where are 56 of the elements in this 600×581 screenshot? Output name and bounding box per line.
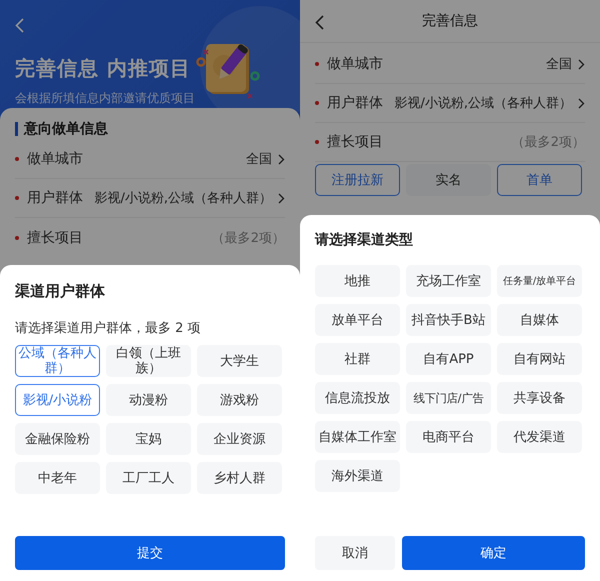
option-chip[interactable]: 实名 [406, 164, 491, 196]
field-label: 用户群体 [27, 189, 83, 207]
field-value: 全国 [546, 56, 572, 73]
option-chip[interactable]: 中老年 [15, 462, 100, 494]
option-chip[interactable]: 自有网站 [497, 343, 582, 375]
field-label: 擅长项目 [27, 228, 83, 246]
chevron-right-icon [278, 154, 285, 164]
option-chip[interactable]: 乡村人群 [197, 462, 282, 494]
option-chip[interactable]: 金融保险粉 [15, 423, 100, 455]
option-chip[interactable]: 信息流投放 [315, 382, 400, 414]
option-chip[interactable]: 自媒体 [497, 304, 582, 336]
option-chip[interactable]: 代发渠道 [497, 421, 582, 453]
option-chip[interactable]: 自有APP [406, 343, 491, 375]
nav-title: 完善信息 [422, 12, 478, 30]
page-title: 完善信息 内推项目 [15, 55, 192, 82]
field-label: 做单城市 [27, 150, 83, 168]
option-chip[interactable]: 海外渠道 [315, 460, 400, 492]
option-chip[interactable]: 自媒体工作室 [315, 421, 400, 453]
confirm-button[interactable]: 确定 [402, 536, 585, 570]
field-hint: （最多2项） [512, 134, 585, 151]
option-chip[interactable]: 放单平台 [315, 304, 400, 336]
option-chip[interactable]: 电商平台 [406, 421, 491, 453]
option-chip[interactable]: 充场工作室 [406, 265, 491, 297]
option-chip[interactable]: 工厂工人 [106, 462, 191, 494]
option-chip[interactable]: 影视/小说粉 [15, 384, 100, 416]
field-hint: （最多2项） [212, 230, 285, 246]
option-chip[interactable]: 游戏粉 [197, 384, 282, 416]
back-icon[interactable] [315, 15, 324, 30]
option-chip[interactable]: 宝妈 [106, 423, 191, 455]
option-chip[interactable]: 公域（各种人群） [15, 345, 100, 377]
option-chip[interactable]: 动漫粉 [106, 384, 191, 416]
option-chip[interactable]: 线下门店/广告 [406, 382, 491, 414]
sheet-title: 请选择渠道类型 [315, 231, 414, 249]
submit-button[interactable]: 提交 [15, 536, 285, 570]
option-chip[interactable]: 共享设备 [497, 382, 582, 414]
option-chip[interactable]: 任务量/放单平台 [497, 265, 582, 297]
field-value: 影视/小说粉,公域（各种人群） [94, 190, 272, 207]
option-chip[interactable]: 社群 [315, 343, 400, 375]
option-chip[interactable]: 大学生 [197, 345, 282, 377]
field-label: 做单城市 [327, 55, 383, 73]
sheet-hint: 请选择渠道用户群体，最多 2 项 [15, 320, 202, 337]
option-chip[interactable]: 企业资源 [197, 423, 282, 455]
chevron-right-icon [578, 58, 585, 70]
option-chip[interactable]: 抖音快手B站 [406, 304, 491, 336]
chevron-right-icon [578, 98, 585, 108]
option-chip[interactable]: 地推 [315, 265, 400, 297]
field-value: 全国 [246, 151, 272, 168]
section-title: 意向做单信息 [24, 120, 108, 138]
field-label: 用户群体 [327, 94, 383, 112]
sheet-title: 渠道用户群体 [15, 282, 106, 301]
option-chip[interactable]: 白领（上班族） [106, 345, 191, 377]
chevron-right-icon [278, 192, 285, 204]
cancel-button[interactable]: 取消 [315, 536, 395, 570]
field-value: 影视/小说粉,公域（各种人群） [394, 95, 572, 112]
field-label: 擅长项目 [327, 133, 383, 151]
page-subtitle: 会根据所填信息内部邀请优质项目 [15, 90, 196, 107]
